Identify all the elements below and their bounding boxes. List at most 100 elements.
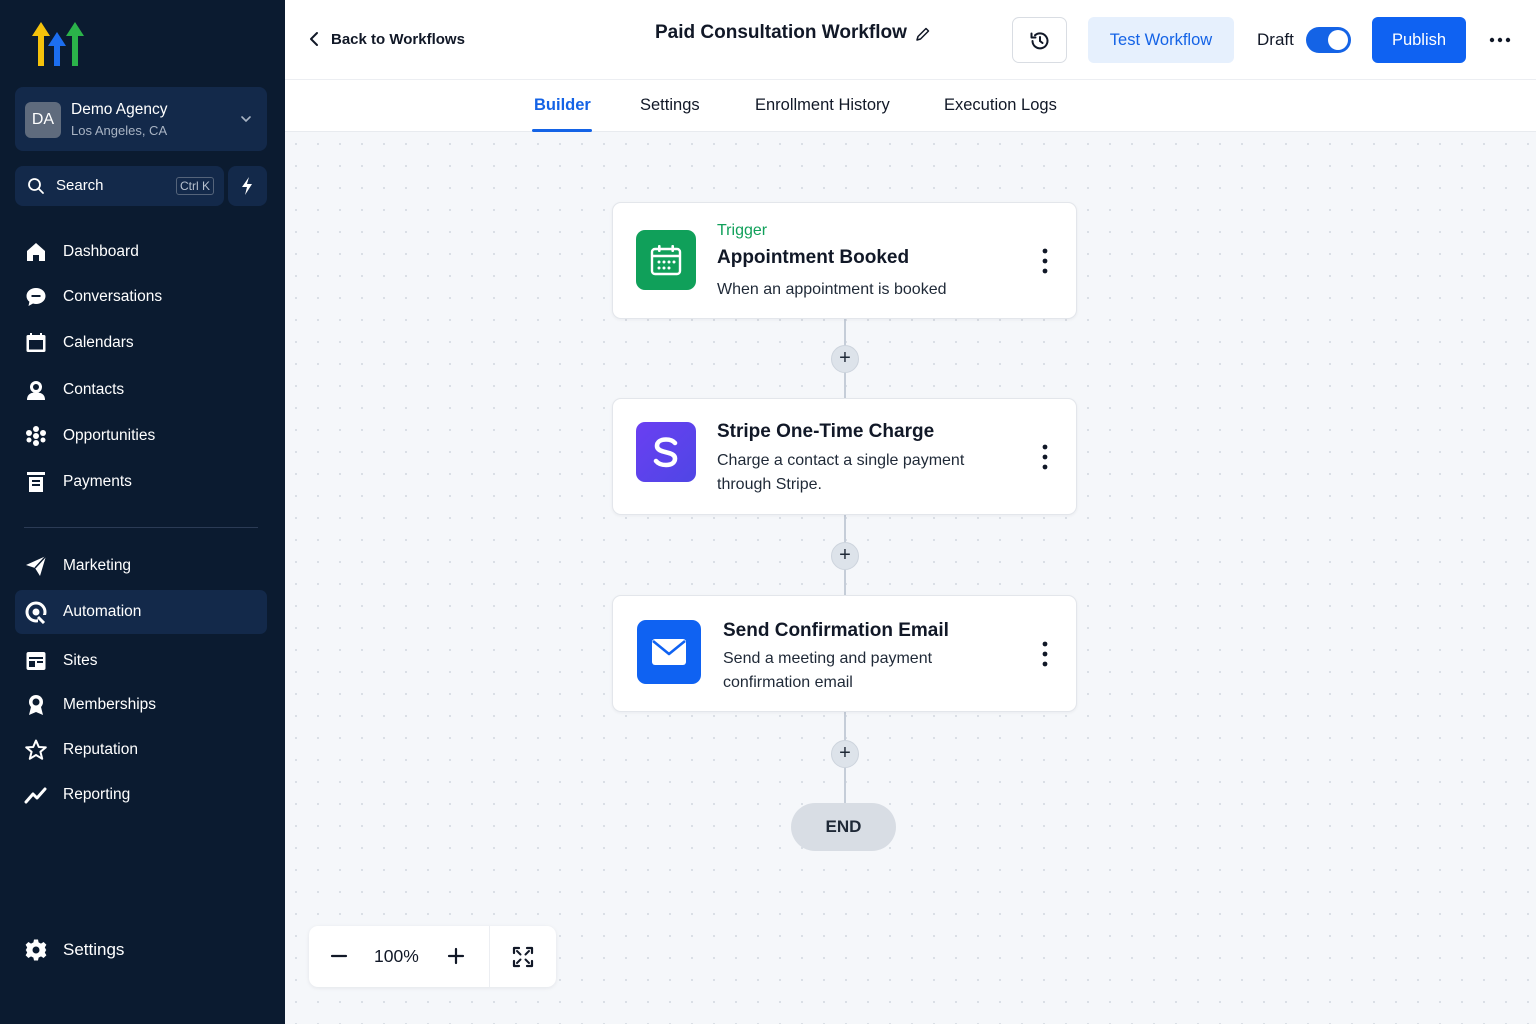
test-workflow-button[interactable]: Test Workflow	[1088, 17, 1234, 63]
action-node-stripe[interactable]: Stripe One-Time Charge Charge a contact …	[612, 398, 1077, 515]
back-to-workflows-link[interactable]: Back to Workflows	[307, 28, 465, 50]
search-label: Search	[56, 177, 104, 194]
tab-enrollment-history[interactable]: Enrollment History	[755, 96, 890, 115]
workflow-header: Back to Workflows Paid Consultation Work…	[285, 0, 1536, 80]
add-step-button[interactable]: +	[831, 345, 859, 373]
sidebar-item-conversations[interactable]: Conversations	[15, 275, 267, 319]
sidebar-item-opportunities[interactable]: Opportunities	[15, 414, 267, 458]
history-icon	[1030, 32, 1049, 50]
node-title: Appointment Booked	[717, 247, 910, 268]
active-tab-indicator	[532, 129, 592, 132]
sidebar-item-label: Automation	[63, 603, 142, 620]
zoom-out-icon[interactable]	[329, 946, 349, 966]
sidebar-item-sites[interactable]: Sites	[15, 639, 267, 683]
sidebar-item-memberships[interactable]: Memberships	[15, 683, 267, 727]
zoom-in-icon[interactable]	[446, 946, 466, 966]
account-switcher[interactable]: DA Demo Agency Los Angeles, CA	[15, 87, 267, 151]
sidebar-item-label: Memberships	[63, 696, 157, 713]
node-description-line2: through Stripe.	[717, 476, 822, 493]
sidebar-item-payments[interactable]: Payments	[15, 460, 267, 504]
sidebar-item-label: Reputation	[63, 741, 138, 758]
brand-logo-icon	[32, 22, 84, 66]
sidebar-item-settings[interactable]: Settings	[15, 928, 267, 972]
account-location: Los Angeles, CA	[71, 123, 168, 138]
payments-icon	[27, 472, 45, 492]
trigger-node[interactable]: Trigger Appointment Booked When an appoi…	[612, 202, 1077, 319]
sidebar-divider	[24, 527, 258, 528]
gear-icon	[25, 939, 47, 961]
sidebar-item-label: Payments	[63, 473, 132, 490]
publish-button[interactable]: Publish	[1372, 17, 1466, 63]
lightning-icon	[242, 177, 252, 195]
zoom-controls: 100%	[309, 926, 556, 987]
edit-pencil-icon[interactable]	[915, 26, 931, 42]
automation-icon	[25, 601, 47, 624]
workflow-title: Paid Consultation Workflow	[655, 22, 907, 43]
sidebar-search[interactable]: Search Ctrl K	[15, 166, 224, 206]
trigger-tag: Trigger	[717, 222, 768, 239]
tab-builder[interactable]: Builder	[534, 96, 591, 115]
version-history-button[interactable]	[1012, 17, 1067, 63]
trend-icon	[24, 787, 47, 804]
sidebar-item-marketing[interactable]: Marketing	[15, 544, 267, 588]
chat-icon	[26, 288, 46, 306]
sidebar-item-label: Conversations	[63, 288, 163, 305]
back-label: Back to Workflows	[331, 30, 465, 48]
node-menu-icon[interactable]	[1039, 247, 1051, 275]
star-icon	[25, 739, 47, 760]
send-icon	[26, 555, 47, 576]
tab-settings[interactable]: Settings	[640, 96, 700, 115]
email-icon	[637, 620, 701, 684]
node-description: When an appointment is booked	[717, 281, 947, 298]
node-description-line1: Send a meeting and payment	[723, 650, 933, 667]
zoom-divider	[489, 926, 490, 987]
quick-actions-button[interactable]	[228, 166, 267, 206]
sidebar-item-label: Contacts	[63, 381, 125, 398]
sidebar-item-reputation[interactable]: Reputation	[15, 728, 267, 772]
sidebar: DA Demo Agency Los Angeles, CA Search Ct…	[0, 0, 285, 1024]
node-menu-icon[interactable]	[1039, 640, 1051, 668]
sidebar-item-label: Dashboard	[63, 243, 139, 260]
account-name: Demo Agency	[71, 101, 168, 118]
sites-icon	[26, 652, 46, 670]
chevron-left-icon	[310, 32, 318, 46]
contacts-icon	[27, 381, 45, 400]
home-icon	[27, 243, 45, 261]
action-node-email[interactable]: Send Confirmation Email Send a meeting a…	[612, 595, 1077, 712]
sidebar-item-contacts[interactable]: Contacts	[15, 368, 267, 412]
end-node: END	[791, 803, 896, 851]
fit-to-screen-icon[interactable]	[512, 946, 534, 968]
calendar-icon	[636, 230, 696, 290]
opportunities-icon	[26, 426, 46, 446]
sidebar-item-label: Calendars	[63, 334, 134, 351]
chevron-down-icon	[241, 116, 251, 123]
sidebar-item-label: Sites	[63, 652, 98, 669]
draft-toggle[interactable]	[1306, 27, 1351, 53]
draft-label: Draft	[1257, 30, 1294, 49]
sidebar-item-label: Marketing	[63, 557, 132, 574]
add-step-button[interactable]: +	[831, 740, 859, 768]
node-description-line1: Charge a contact a single payment	[717, 452, 965, 469]
tab-execution-logs[interactable]: Execution Logs	[944, 96, 1057, 115]
sidebar-item-label: Opportunities	[63, 427, 156, 444]
search-icon	[28, 178, 44, 194]
sidebar-item-calendars[interactable]: Calendars	[15, 321, 267, 365]
node-title: Send Confirmation Email	[723, 620, 949, 641]
sidebar-item-automation[interactable]: Automation	[15, 590, 267, 634]
search-shortcut: Ctrl K	[176, 177, 214, 195]
more-options-icon[interactable]	[1487, 28, 1513, 52]
sidebar-item-dashboard[interactable]: Dashboard	[15, 230, 267, 274]
calendar-icon	[26, 333, 46, 352]
workflow-tabs: Builder Settings Enrollment History Exec…	[285, 80, 1536, 132]
add-step-button[interactable]: +	[831, 542, 859, 570]
sidebar-item-label: Settings	[63, 940, 125, 959]
node-description-line2: confirmation email	[723, 674, 853, 691]
node-menu-icon[interactable]	[1039, 443, 1051, 471]
node-title: Stripe One-Time Charge	[717, 421, 935, 442]
zoom-level: 100%	[374, 946, 419, 966]
sidebar-item-label: Reporting	[63, 786, 131, 803]
badge-icon	[29, 695, 43, 715]
sidebar-item-reporting[interactable]: Reporting	[15, 773, 267, 817]
account-avatar: DA	[25, 102, 61, 138]
stripe-icon	[636, 422, 696, 482]
